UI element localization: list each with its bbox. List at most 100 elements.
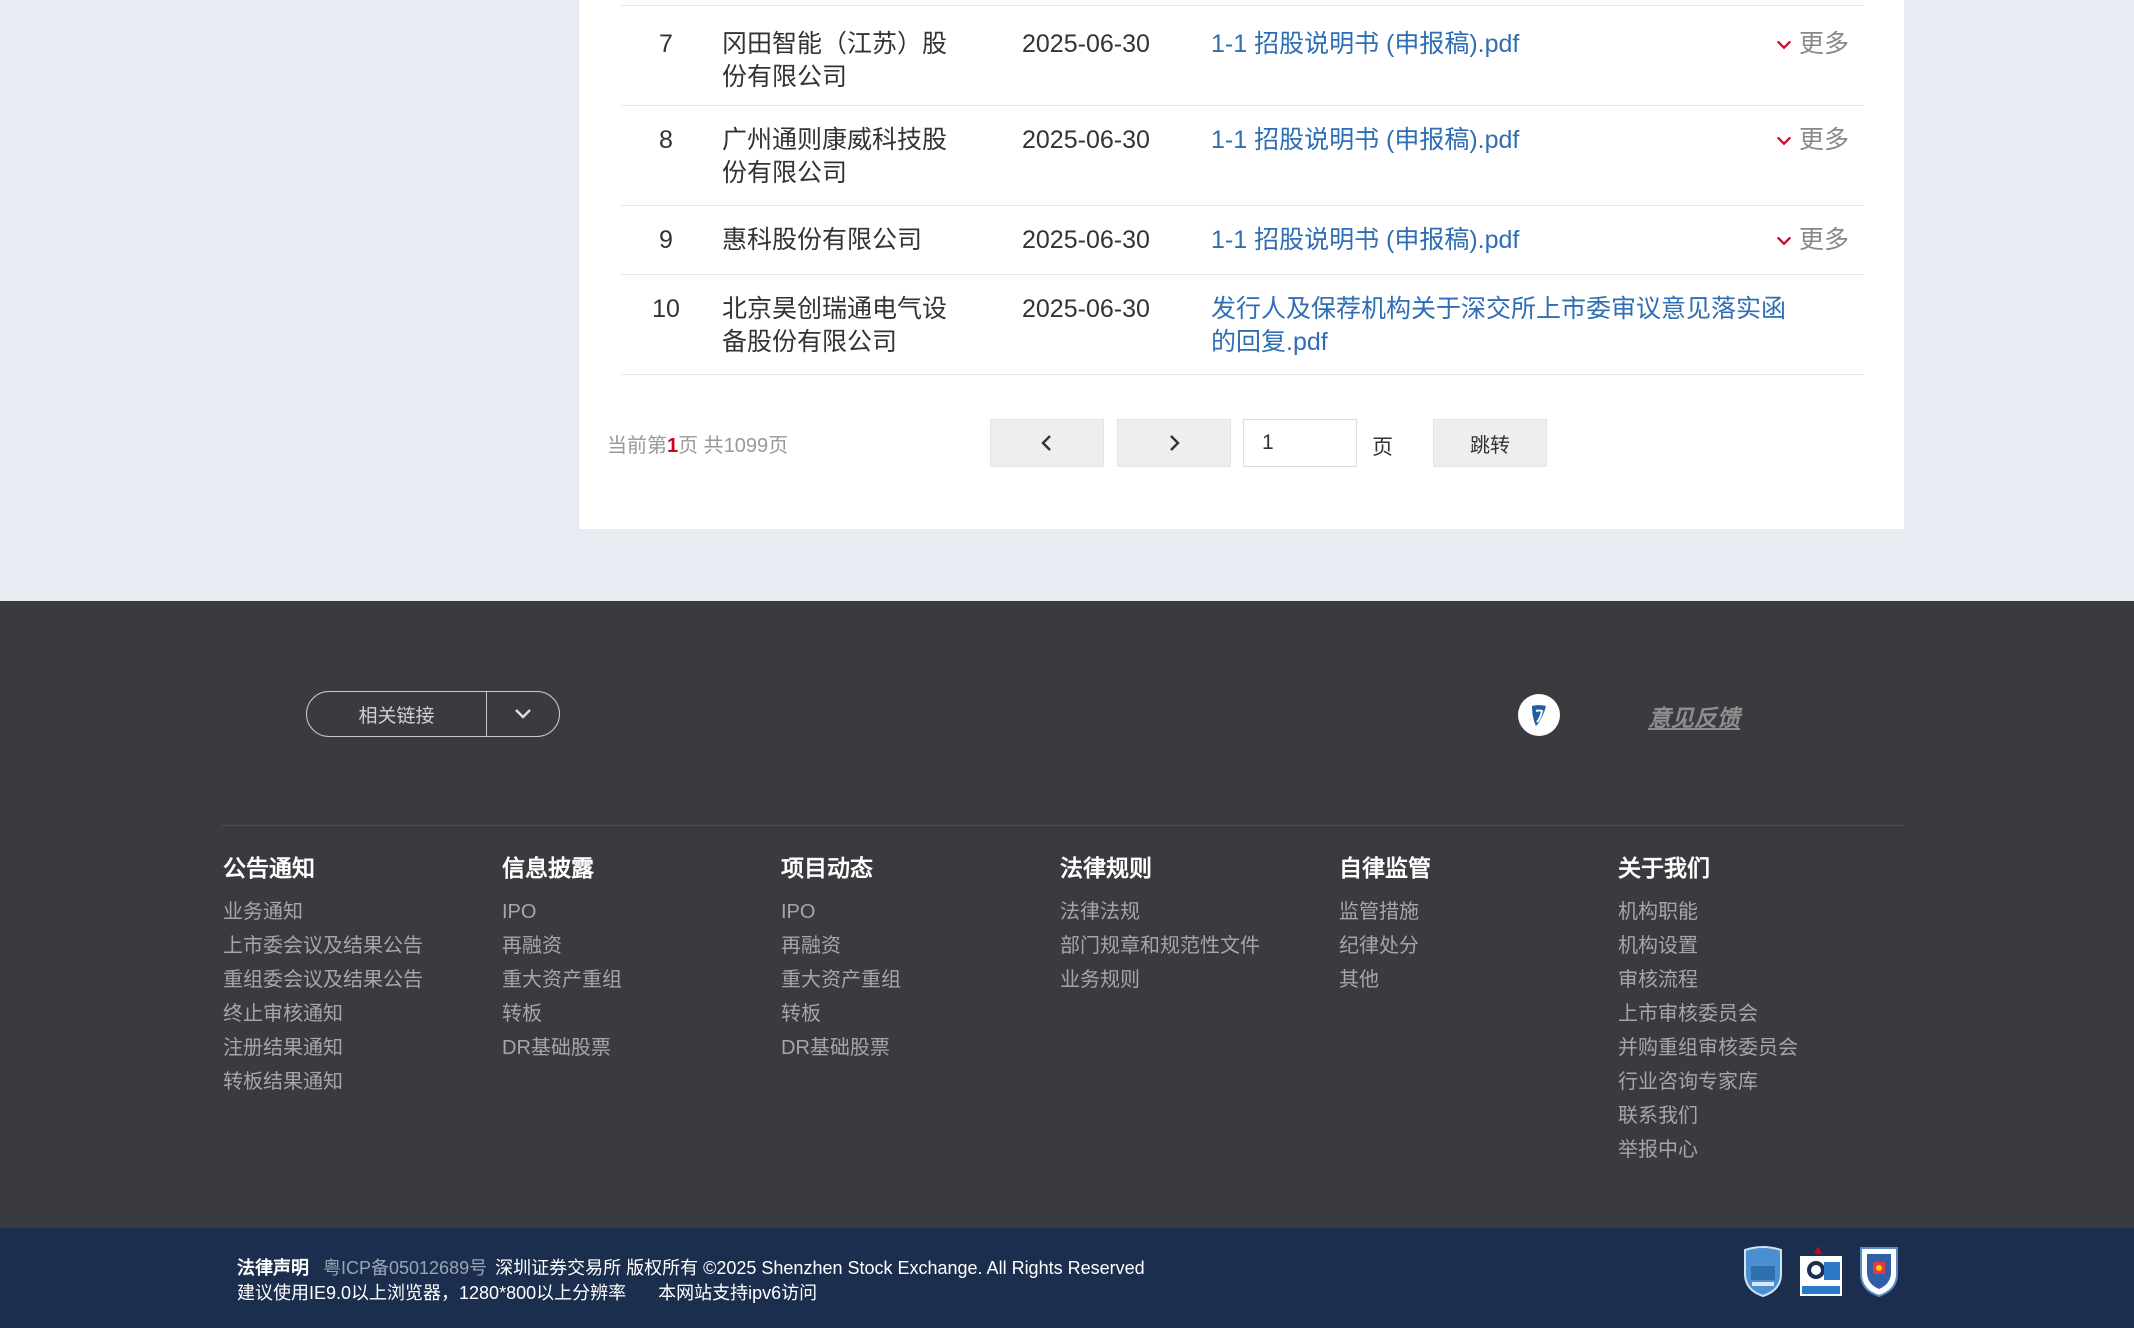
page-unit-label: 页 [1372, 436, 1393, 459]
copyright-bar: 法律声明 粤ICP备05012689号 深圳证券交易所 版权所有 ©2025 She… [0, 1228, 2134, 1328]
footer-link[interactable]: 部门规章和规范性文件 [1060, 929, 1260, 963]
related-links-select[interactable]: 相关链接 [306, 691, 560, 737]
feedback-link[interactable]: 意见反馈 [1648, 699, 1740, 733]
footer-link[interactable]: 机构设置 [1618, 929, 1798, 963]
jump-button[interactable]: 跳转 [1433, 419, 1547, 467]
chevron-down-icon [515, 709, 531, 719]
table-row: 9 惠科股份有限公司 2025-06-30 1-1 招股说明书 (申报稿).pd… [621, 206, 1863, 275]
footer-link[interactable]: 再融资 [502, 929, 622, 963]
next-page-button[interactable] [1117, 419, 1231, 467]
footer-link[interactable]: 注册结果通知 [223, 1031, 423, 1065]
footer-link[interactable]: 并购重组审核委员会 [1618, 1031, 1798, 1065]
footer-column: 法律规则 法律法规 部门规章和规范性文件 业务规则 [1060, 851, 1260, 997]
page-info: 当前第1页 共1099页 [607, 429, 788, 458]
footer-link[interactable]: 监管措施 [1339, 895, 1431, 929]
footer-column-title[interactable]: 自律监管 [1339, 851, 1431, 885]
footer-link[interactable]: 机构职能 [1618, 895, 1798, 929]
footer-link[interactable]: 法律法规 [1060, 895, 1260, 929]
browser-tip-line: 建议使用IE9.0以上浏览器，1280*800以上分辨率 本网站支持ipv6访问 [237, 1279, 817, 1305]
footer-link[interactable]: 上市委会议及结果公告 [223, 929, 423, 963]
footer-link[interactable]: 业务规则 [1060, 963, 1260, 997]
public-institution-badge-icon[interactable] [1742, 1244, 1784, 1298]
current-page: 1 [667, 435, 679, 457]
document-link[interactable]: 1-1 招股说明书 (申报稿).pdf [1211, 124, 1791, 157]
footer-column: 信息披露 IPO 再融资 重大资产重组 转板 DR基础股票 [502, 851, 622, 1065]
footer-link[interactable]: IPO [502, 895, 622, 929]
more-toggle[interactable]: 更多 [1775, 28, 1849, 61]
more-toggle[interactable]: 更多 [1775, 124, 1849, 157]
more-label: 更多 [1798, 126, 1849, 154]
row-date: 2025-06-30 [1022, 126, 1150, 154]
footer-link[interactable]: 转板结果通知 [223, 1065, 423, 1099]
page-number-input[interactable] [1243, 419, 1357, 467]
row-index: 7 [659, 30, 673, 58]
document-link[interactable]: 1-1 招股说明书 (申报稿).pdf [1211, 28, 1791, 61]
feedback-logo-icon[interactable] [1518, 694, 1560, 736]
table-row: 8 广州通则康威科技股份有限公司 2025-06-30 1-1 招股说明书 (申… [621, 106, 1863, 206]
footer-column-title[interactable]: 项目动态 [781, 851, 901, 885]
copyright-line: 法律声明 粤ICP备05012689号 深圳证券交易所 版权所有 ©2025 She… [237, 1254, 1145, 1280]
footer-link[interactable]: 转板 [781, 997, 901, 1031]
footer-divider [222, 825, 1905, 826]
row-date: 2025-06-30 [1022, 295, 1150, 323]
footer-column-title[interactable]: 法律规则 [1060, 851, 1260, 885]
document-link[interactable]: 发行人及保荐机构关于深交所上市委审议意见落实函的回复.pdf [1211, 293, 1791, 359]
more-label: 更多 [1798, 30, 1849, 58]
pagination: 当前第1页 共1099页 页 跳转 [607, 417, 1877, 469]
more-label: 更多 [1798, 226, 1849, 254]
police-badge-icon[interactable] [1796, 1244, 1846, 1298]
row-date: 2025-06-30 [1022, 226, 1150, 254]
company-name: 冈田智能（江苏）股份有限公司 [722, 30, 948, 91]
footer-link[interactable]: 联系我们 [1618, 1099, 1798, 1133]
row-index: 10 [652, 295, 680, 323]
chevron-down-icon [1776, 40, 1792, 49]
legal-statement-link[interactable]: 法律声明 [237, 1258, 309, 1278]
footer-link[interactable]: 再融资 [781, 929, 901, 963]
related-links-label: 相关链接 [307, 692, 487, 736]
footer-link[interactable]: 审核流程 [1618, 963, 1798, 997]
total-pages: 1099 [723, 435, 769, 457]
row-index: 9 [659, 226, 673, 254]
row-index: 8 [659, 126, 673, 154]
results-card: 7 冈田智能（江苏）股份有限公司 2025-06-30 1-1 招股说明书 (申… [579, 0, 1904, 529]
footer-link[interactable]: 行业咨询专家库 [1618, 1065, 1798, 1099]
security-badge-icon[interactable] [1858, 1244, 1900, 1298]
footer-link[interactable]: 转板 [502, 997, 622, 1031]
company-name: 广州通则康威科技股份有限公司 [722, 126, 948, 187]
page-info-suffix: 页 [768, 435, 789, 457]
footer-link[interactable]: 终止审核通知 [223, 997, 423, 1031]
footer-link[interactable]: 重组委会议及结果公告 [223, 963, 423, 997]
icp-number[interactable]: 粤ICP备05012689号 [323, 1258, 487, 1278]
footer-column-title[interactable]: 关于我们 [1618, 851, 1798, 885]
footer-link[interactable]: 其他 [1339, 963, 1431, 997]
ipv6-tip: 本网站支持ipv6访问 [658, 1283, 818, 1303]
company-name: 北京昊创瑞通电气设备股份有限公司 [722, 295, 948, 356]
footer-link[interactable]: 上市审核委员会 [1618, 997, 1798, 1031]
chevron-down-icon [1776, 136, 1792, 145]
footer-column-title[interactable]: 公告通知 [223, 851, 423, 885]
footer-link[interactable]: DR基础股票 [781, 1031, 901, 1065]
browser-tip: 建议使用IE9.0以上浏览器，1280*800以上分辨率 [237, 1283, 627, 1303]
footer-link[interactable]: 纪律处分 [1339, 929, 1431, 963]
chevron-left-icon [1041, 435, 1051, 451]
footer-column: 关于我们 机构职能 机构设置 审核流程 上市审核委员会 并购重组审核委员会 行业… [1618, 851, 1798, 1167]
page-info-middle: 页 共 [678, 435, 724, 457]
footer-link[interactable]: 重大资产重组 [502, 963, 622, 997]
more-toggle[interactable]: 更多 [1775, 224, 1849, 257]
document-link[interactable]: 1-1 招股说明书 (申报稿).pdf [1211, 224, 1791, 257]
prev-page-button[interactable] [990, 419, 1104, 467]
row-date: 2025-06-30 [1022, 30, 1150, 58]
footer-link[interactable]: 重大资产重组 [781, 963, 901, 997]
site-footer: 相关链接 意见反馈 公告通知 业务通知 上市委会议及结果公告 重组委会议及结果公… [0, 601, 2134, 1228]
footer-link[interactable]: 举报中心 [1618, 1133, 1798, 1167]
footer-link[interactable]: IPO [781, 895, 901, 929]
copyright-text: 深圳证券交易所 版权所有 ©2025 Shenzhen Stock Exchan… [495, 1258, 1145, 1278]
table-row: 10 北京昊创瑞通电气设备股份有限公司 2025-06-30 发行人及保荐机构关… [621, 275, 1863, 375]
footer-link[interactable]: DR基础股票 [502, 1031, 622, 1065]
page-info-prefix: 当前第 [607, 435, 667, 457]
footer-column-title[interactable]: 信息披露 [502, 851, 622, 885]
footer-link[interactable]: 业务通知 [223, 895, 423, 929]
footer-column: 公告通知 业务通知 上市委会议及结果公告 重组委会议及结果公告 终止审核通知 注… [223, 851, 423, 1099]
footer-column: 项目动态 IPO 再融资 重大资产重组 转板 DR基础股票 [781, 851, 901, 1065]
table-row: 7 冈田智能（江苏）股份有限公司 2025-06-30 1-1 招股说明书 (申… [621, 5, 1863, 106]
